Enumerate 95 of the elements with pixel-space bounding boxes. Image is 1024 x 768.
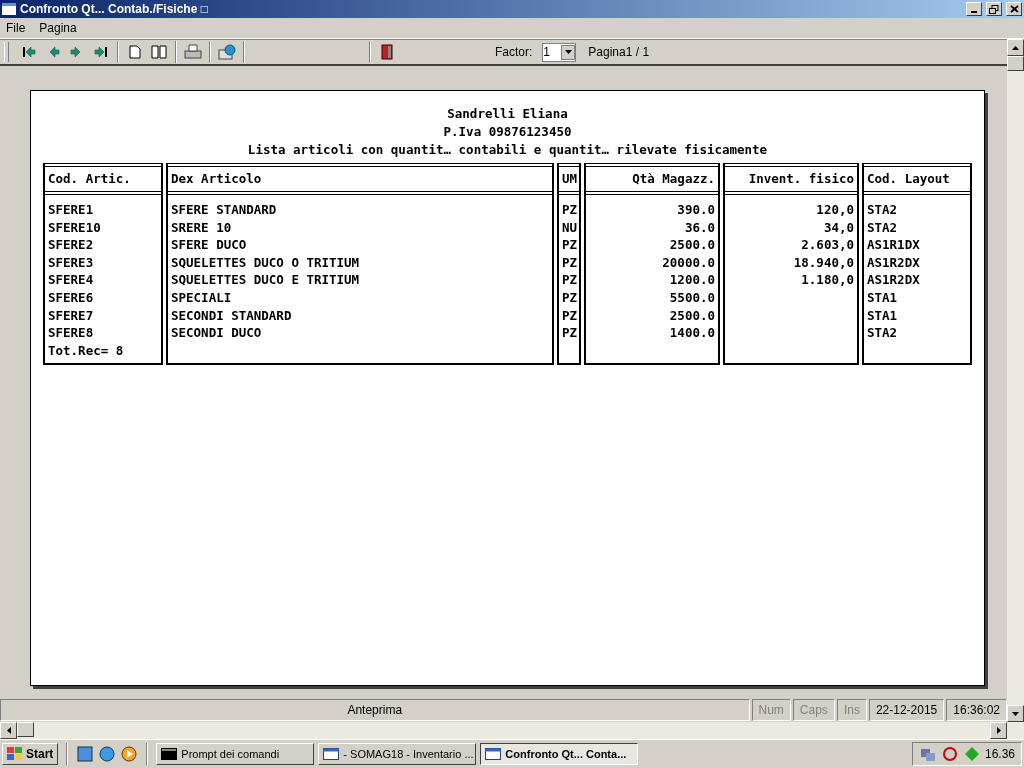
- table-cell-text: 120,0: [815, 201, 855, 219]
- table-cell-text: 2500.0: [668, 306, 716, 325]
- column-header: Cod. Artic.: [45, 163, 161, 195]
- status-panel: Num: [751, 699, 791, 721]
- table-cell-text: SPECIALI: [170, 288, 233, 307]
- clock: 16.36: [984, 747, 1015, 761]
- table-cell-text: SQUELETTES DUCO E TRITIUM: [170, 271, 361, 289]
- table-cell-text: NU: [561, 218, 579, 237]
- status-panel: 16:36:02: [946, 699, 1007, 721]
- taskbar-button[interactable]: Confronto Qt... Conta...: [480, 743, 639, 765]
- windows-logo-icon: [7, 747, 23, 761]
- vertical-scrollbar[interactable]: [1007, 39, 1024, 722]
- menu-item[interactable]: File: [6, 21, 26, 35]
- start-button[interactable]: Start: [2, 743, 59, 765]
- table-cell-text: SFERE6: [47, 288, 95, 307]
- scroll-thumb[interactable]: [17, 722, 34, 737]
- horizontal-scrollbar[interactable]: [0, 722, 1024, 739]
- table-cell-text: SFERE2: [47, 236, 95, 254]
- report-heading: Sandrelli Eliana: [446, 105, 569, 123]
- table-cell-text: 1.180,0: [800, 271, 855, 289]
- table-cell-text: STA2: [866, 218, 899, 237]
- window-icon: [485, 748, 502, 760]
- table-cell-text: PZ: [561, 288, 579, 307]
- media-player-icon[interactable]: [120, 745, 139, 763]
- scroll-thumb[interactable]: [1007, 56, 1024, 71]
- table-cell-text: STA2: [866, 201, 899, 219]
- table-cell-text: 2.603,0: [800, 236, 855, 254]
- close-icon: [1009, 5, 1019, 13]
- window-title: Confronto Qt... Contab./Fisiche □: [20, 2, 209, 16]
- table-cell-text: PZ: [561, 306, 579, 325]
- report-heading: Lista articoli con quantit… contabili e quantit… rilevate fisicamente: [246, 141, 769, 159]
- scroll-right-icon[interactable]: [996, 727, 1001, 734]
- status-panel: Ins: [836, 699, 867, 721]
- table-cell-text: SRERE 10: [170, 218, 233, 237]
- minimize-button[interactable]: [966, 2, 982, 16]
- table-cell-text: PZ: [561, 271, 579, 289]
- factor-select[interactable]: 1: [542, 42, 577, 62]
- restore-button[interactable]: [986, 2, 1002, 16]
- table-cell-text: 5500.0: [668, 288, 716, 307]
- table-cell-text: SFERE1: [47, 201, 95, 219]
- close-button[interactable]: [1006, 2, 1022, 16]
- window-icon: [2, 3, 16, 15]
- dropdown-arrow-icon: [564, 50, 572, 54]
- status-panel: Caps: [792, 699, 835, 721]
- taskbar-button[interactable]: - SOMAG18 - Inventario ...: [318, 743, 477, 765]
- quick-launch-icon[interactable]: [76, 745, 95, 763]
- taskbar-button[interactable]: Prompt dei comandi: [156, 743, 315, 765]
- table-cell-text: 36.0: [683, 218, 716, 237]
- table-cell-text: SFERE3: [47, 253, 95, 272]
- table-cell-text: 1400.0: [668, 324, 716, 342]
- column-header: UM: [559, 163, 579, 195]
- menu-item[interactable]: Pagina: [39, 21, 77, 35]
- status-panel: 22-12-2015: [868, 699, 945, 721]
- globe-mail-icon[interactable]: [215, 41, 239, 63]
- report-heading: P.Iva 09876123450: [442, 123, 573, 141]
- record-total: Tot.Rec= 8: [47, 341, 125, 360]
- table-cell-text: SECONDI DUCO: [170, 324, 263, 342]
- table-cell-text: SFERE DUCO: [170, 236, 248, 254]
- scroll-down-icon[interactable]: [1012, 711, 1019, 716]
- table-cell-text: SFERE8: [47, 324, 95, 342]
- table-cell-text: STA1: [866, 306, 899, 325]
- column-header: Dex Articolo: [168, 163, 552, 195]
- table-cell-text: PZ: [561, 253, 579, 272]
- console-icon: [161, 748, 178, 760]
- column-header: Qtà Magazz.: [586, 163, 718, 195]
- table-cell-text: 34,0: [822, 218, 855, 237]
- table-cell-text: AS1R2DX: [866, 253, 921, 272]
- restore-icon: [989, 4, 999, 14]
- table-cell-text: 390.0: [676, 201, 716, 219]
- table-cell-text: SFERE7: [47, 306, 95, 325]
- table-cell-text: 18.940,0: [792, 253, 855, 272]
- table-cell-text: PZ: [561, 236, 579, 254]
- table-cell-text: STA1: [866, 288, 899, 307]
- scroll-up-icon[interactable]: [1012, 45, 1019, 50]
- table-cell-text: SFERE4: [47, 271, 95, 289]
- table-cell-text: 2500.0: [668, 236, 716, 254]
- page-indicator: Pagina1 / 1: [588, 45, 650, 59]
- column-header: Cod. Layout: [864, 163, 970, 195]
- table-cell-text: AS1R1DX: [866, 236, 921, 254]
- table-cell-text: AS1R2DX: [866, 271, 921, 289]
- table-cell-text: PZ: [561, 324, 579, 342]
- table-cell-text: SFERE STANDARD: [170, 201, 278, 219]
- window-icon: [323, 748, 340, 760]
- table-cell-text: SECONDI STANDARD: [170, 306, 293, 325]
- table-cell-text: 20000.0: [661, 253, 716, 272]
- status-panel: Anteprima: [0, 699, 750, 721]
- table-cell-text: 1200.0: [668, 271, 716, 289]
- table-cell-text: STA2: [866, 324, 899, 342]
- table-cell-text: PZ: [561, 201, 579, 219]
- browser-icon[interactable]: [98, 745, 117, 763]
- scroll-left-icon[interactable]: [6, 727, 11, 734]
- factor-label: Factor:: [495, 45, 533, 59]
- column-header: Invent. fisico: [725, 163, 857, 195]
- table-cell-text: SFERE10: [47, 218, 102, 237]
- table-cell-text: SQUELETTES DUCO O TRITIUM: [170, 253, 361, 272]
